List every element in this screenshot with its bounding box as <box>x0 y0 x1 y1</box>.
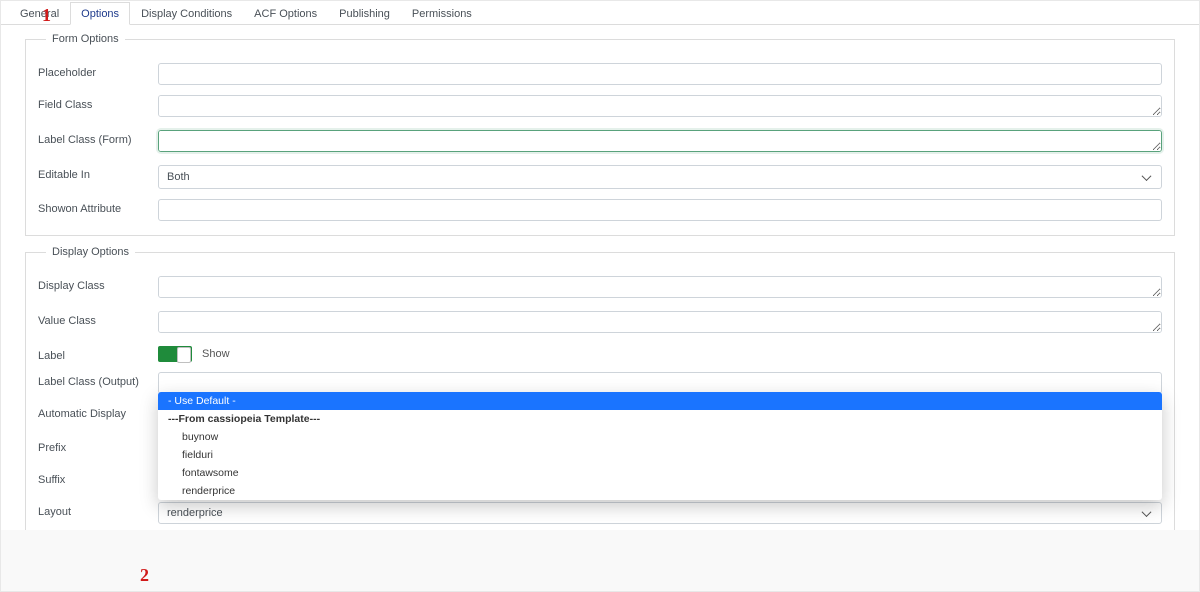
tab-general[interactable]: General <box>9 2 70 25</box>
label-toggle-label: Label <box>38 346 158 362</box>
editable-in-select[interactable]: Both <box>158 165 1162 189</box>
editable-in-label: Editable In <box>38 165 158 181</box>
label-toggle[interactable] <box>158 346 192 362</box>
tab-acf-options[interactable]: ACF Options <box>243 2 328 25</box>
value-class-input[interactable] <box>158 311 1162 333</box>
display-class-label: Display Class <box>38 276 158 292</box>
display-options-legend: Display Options <box>46 246 135 258</box>
form-options-legend: Form Options <box>46 33 125 45</box>
placeholder-input[interactable] <box>158 63 1162 85</box>
layout-option-fielduri[interactable]: fielduri <box>158 446 1162 464</box>
placeholder-label: Placeholder <box>38 63 158 79</box>
automatic-display-label: Automatic Display <box>38 404 158 420</box>
chevron-down-icon <box>1143 508 1153 518</box>
suffix-label: Suffix <box>38 470 158 486</box>
tab-permissions[interactable]: Permissions <box>401 2 483 25</box>
layout-option-renderprice[interactable]: renderprice <box>158 482 1162 500</box>
showon-attribute-input[interactable] <box>158 199 1162 221</box>
prefix-label: Prefix <box>38 438 158 454</box>
label-toggle-state: Show <box>202 348 230 360</box>
form-options-fieldset: Form Options Placeholder Field Class Lab… <box>25 33 1175 236</box>
chevron-down-icon <box>1143 172 1153 182</box>
field-class-label: Field Class <box>38 95 158 111</box>
display-options-fieldset: Display Options Display Class Value Clas… <box>25 246 1175 530</box>
layout-select[interactable]: renderprice <box>158 502 1162 524</box>
display-class-input[interactable] <box>158 276 1162 298</box>
layout-option-fontawsome[interactable]: fontawsome <box>158 464 1162 482</box>
layout-option-buynow[interactable]: buynow <box>158 428 1162 446</box>
annotation-2: 2 <box>140 565 149 586</box>
tabs: General Options Display Conditions ACF O… <box>1 1 1199 25</box>
field-class-input[interactable] <box>158 95 1162 117</box>
label-class-form-input[interactable] <box>158 130 1162 152</box>
layout-label: Layout <box>38 502 158 518</box>
showon-attribute-label: Showon Attribute <box>38 199 158 215</box>
tab-display-conditions[interactable]: Display Conditions <box>130 2 243 25</box>
layout-selected: renderprice <box>167 507 223 519</box>
layout-option-group-cassiopeia: ---From cassiopeia Template--- <box>158 410 1162 428</box>
tab-options[interactable]: Options <box>70 2 130 25</box>
label-class-output-label: Label Class (Output) <box>38 372 158 388</box>
label-class-output-input[interactable] <box>158 372 1162 394</box>
layout-option-use-default[interactable]: - Use Default - <box>158 392 1162 410</box>
editable-in-selected: Both <box>167 171 190 183</box>
label-class-form-label: Label Class (Form) <box>38 130 158 146</box>
layout-dropdown-open[interactable]: - Use Default - ---From cassiopeia Templ… <box>158 392 1162 500</box>
tab-publishing[interactable]: Publishing <box>328 2 401 25</box>
value-class-label: Value Class <box>38 311 158 327</box>
